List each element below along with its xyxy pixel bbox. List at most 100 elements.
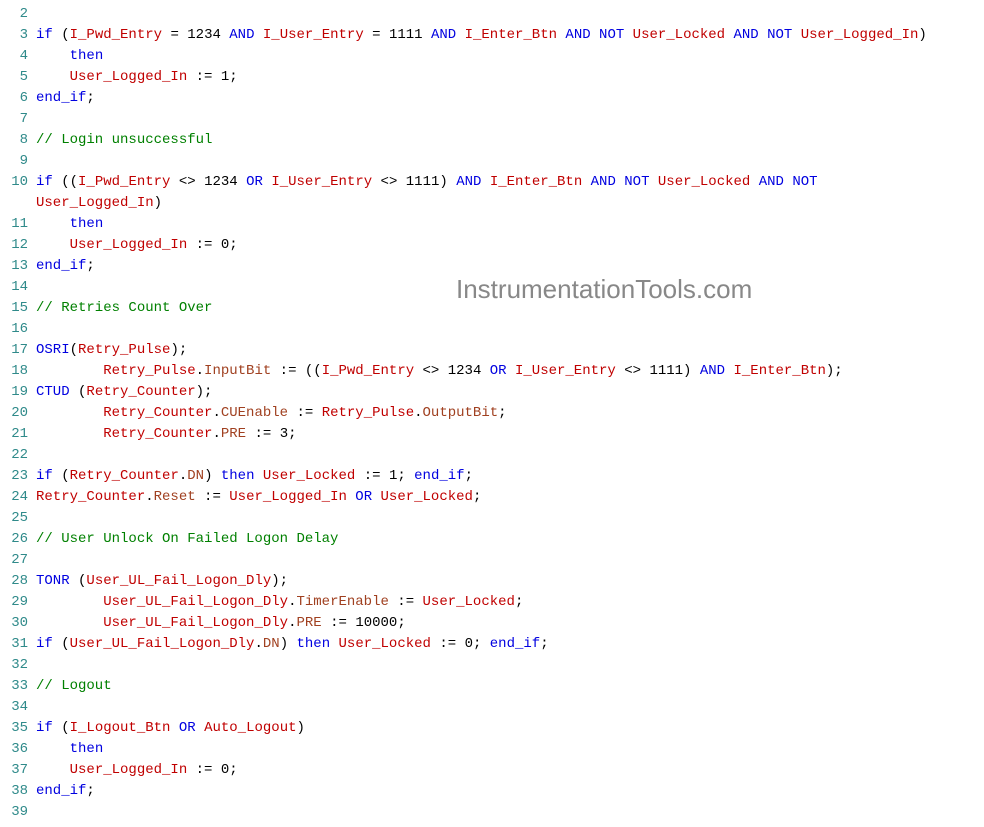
token-kw: AND bbox=[759, 174, 784, 190]
token-num: 0 bbox=[221, 237, 229, 253]
line-number: 26 bbox=[0, 529, 36, 550]
token-op: := bbox=[364, 468, 381, 484]
token-pun: . bbox=[179, 468, 187, 484]
token-op: <> bbox=[624, 363, 641, 379]
code-content: // Logout bbox=[36, 676, 984, 697]
code-content: then bbox=[36, 739, 984, 760]
token-kw: OR bbox=[246, 174, 263, 190]
line-number: 28 bbox=[0, 571, 36, 592]
line-number: 18 bbox=[0, 361, 36, 382]
token-plain bbox=[448, 174, 456, 190]
token-plain bbox=[196, 720, 204, 736]
token-pun: ; bbox=[465, 468, 473, 484]
token-plain bbox=[397, 174, 405, 190]
token-var: Retry_Pulse bbox=[103, 363, 195, 379]
code-content: if (Retry_Counter.DN) then User_Locked :… bbox=[36, 466, 984, 487]
token-op: = bbox=[170, 27, 178, 43]
token-plain bbox=[187, 237, 195, 253]
token-var: User_UL_Fail_Logon_Dly bbox=[70, 636, 255, 652]
code-editor: 23if (I_Pwd_Entry = 1234 AND I_User_Entr… bbox=[0, 0, 984, 827]
token-op: := bbox=[330, 615, 347, 631]
token-var: User_Logged_In bbox=[70, 69, 188, 85]
token-plain bbox=[254, 468, 262, 484]
token-plain bbox=[750, 174, 758, 190]
token-pun: ; bbox=[473, 489, 481, 505]
token-prop: DN bbox=[187, 468, 204, 484]
token-plain bbox=[624, 27, 632, 43]
code-content bbox=[36, 655, 984, 676]
code-content bbox=[36, 550, 984, 571]
token-pun: . bbox=[212, 405, 220, 421]
token-plain bbox=[322, 615, 330, 631]
code-content: end_if; bbox=[36, 88, 984, 109]
code-line: 16 bbox=[0, 319, 984, 340]
token-plain bbox=[70, 573, 78, 589]
line-number: 29 bbox=[0, 592, 36, 613]
code-line: 24Retry_Counter.Reset := User_Logged_In … bbox=[0, 487, 984, 508]
code-content: User_Logged_In := 0; bbox=[36, 235, 984, 256]
code-content: if (User_UL_Fail_Logon_Dly.DN) then User… bbox=[36, 634, 984, 655]
token-var: I_User_Entry bbox=[271, 174, 372, 190]
code-line: 11 then bbox=[0, 214, 984, 235]
token-kw: OR bbox=[179, 720, 196, 736]
token-kw: if bbox=[36, 27, 53, 43]
token-plain bbox=[53, 468, 61, 484]
token-kw: NOT bbox=[767, 27, 792, 43]
token-plain bbox=[406, 468, 414, 484]
line-number: 21 bbox=[0, 424, 36, 445]
code-line: 13end_if; bbox=[0, 256, 984, 277]
line-number: 20 bbox=[0, 403, 36, 424]
token-num: 0 bbox=[465, 636, 473, 652]
token-var: User_Locked bbox=[381, 489, 473, 505]
token-pun: . bbox=[196, 363, 204, 379]
line-number: 16 bbox=[0, 319, 36, 340]
line-number: 7 bbox=[0, 109, 36, 130]
token-plain bbox=[414, 594, 422, 610]
line-number: 33 bbox=[0, 676, 36, 697]
token-prop: PRE bbox=[221, 426, 246, 442]
token-plain bbox=[372, 489, 380, 505]
code-content: Retry_Pulse.InputBit := ((I_Pwd_Entry <>… bbox=[36, 361, 984, 382]
token-var: User_Locked bbox=[658, 174, 750, 190]
token-num: 1111 bbox=[406, 174, 440, 190]
token-pun: ; bbox=[86, 90, 94, 106]
code-content: User_UL_Fail_Logon_Dly.TimerEnable := Us… bbox=[36, 592, 984, 613]
line-number: 25 bbox=[0, 508, 36, 529]
token-prop: InputBit bbox=[204, 363, 271, 379]
code-line: 5 User_Logged_In := 1; bbox=[0, 67, 984, 88]
token-kw: AND bbox=[700, 363, 725, 379]
code-content bbox=[36, 151, 984, 172]
token-plain bbox=[481, 174, 489, 190]
token-kw: TONR bbox=[36, 573, 70, 589]
token-pun: ; bbox=[86, 783, 94, 799]
token-num: 1111 bbox=[389, 27, 423, 43]
token-var: Retry_Pulse bbox=[78, 342, 170, 358]
line-number: 17 bbox=[0, 340, 36, 361]
code-line: 31if (User_UL_Fail_Logon_Dly.DN) then Us… bbox=[0, 634, 984, 655]
token-var: User_Logged_In bbox=[801, 27, 919, 43]
line-number: 36 bbox=[0, 739, 36, 760]
token-plain bbox=[255, 27, 263, 43]
token-plain bbox=[381, 27, 389, 43]
code-line: 9 bbox=[0, 151, 984, 172]
token-num: 1234 bbox=[448, 363, 482, 379]
token-plain bbox=[423, 27, 431, 43]
token-pun: ; bbox=[288, 426, 296, 442]
token-plain bbox=[481, 363, 489, 379]
token-op: := bbox=[196, 69, 213, 85]
token-pun: ); bbox=[271, 573, 288, 589]
code-line: 10if ((I_Pwd_Entry <> 1234 OR I_User_Ent… bbox=[0, 172, 984, 193]
code-content: end_if; bbox=[36, 781, 984, 802]
token-num: 1111 bbox=[649, 363, 683, 379]
code-content: // User Unlock On Failed Logon Delay bbox=[36, 529, 984, 550]
token-pun: ; bbox=[540, 636, 548, 652]
code-line: 2 bbox=[0, 4, 984, 25]
code-line: User_Logged_In) bbox=[0, 193, 984, 214]
token-var: User_Logged_In bbox=[70, 237, 188, 253]
token-plain bbox=[364, 27, 372, 43]
token-plain bbox=[725, 27, 733, 43]
token-plain bbox=[212, 468, 220, 484]
line-number: 24 bbox=[0, 487, 36, 508]
token-kw: end_if bbox=[36, 258, 86, 274]
token-kw: NOT bbox=[624, 174, 649, 190]
